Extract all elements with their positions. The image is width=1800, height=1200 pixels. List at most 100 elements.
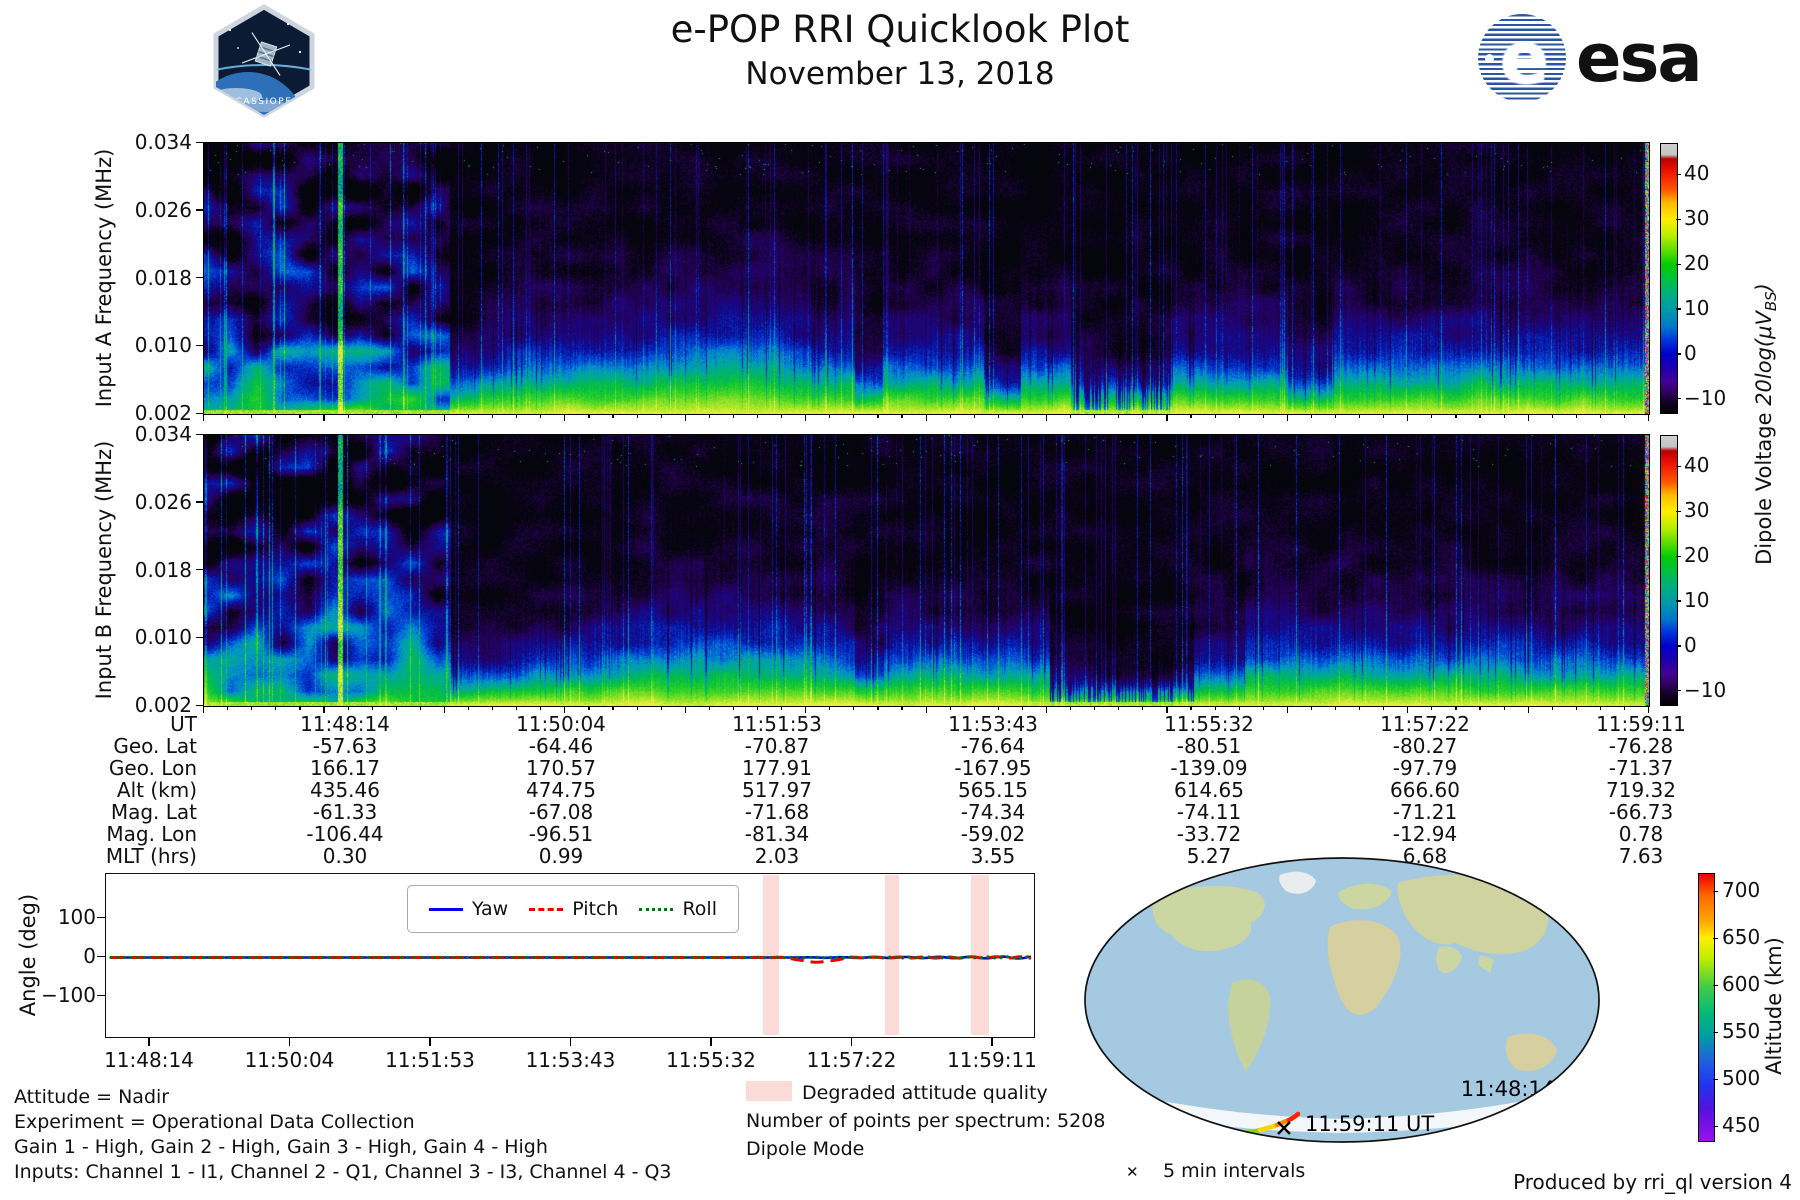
spec-xtick-mark [877, 415, 879, 418]
spec-xtick-mark [877, 707, 879, 710]
spec-xtick-mark [1238, 707, 1240, 710]
spectrogram-b-ylabel: Input B Frequency (MHz) [92, 440, 116, 700]
ephemeris-row-label: Mag. Lon [106, 822, 197, 846]
spec-xtick-mark [251, 707, 253, 710]
dipole-cbar-tick-label: −10 [1684, 677, 1727, 702]
ephemeris-cell: 5.27 [1186, 844, 1232, 868]
spec-xtick-mark [636, 707, 638, 710]
spec-xtick-mark [299, 707, 301, 710]
spec-xtick-mark [251, 415, 253, 418]
altitude-cbar-tick-label: 700 [1722, 878, 1761, 903]
dipole-cbar-tick-label: 30 [1684, 206, 1710, 231]
legend-line-sample [429, 907, 463, 911]
degraded-quality-swatch [746, 1081, 792, 1101]
spec-ytick-mark [196, 141, 203, 143]
spec-xtick-mark [1551, 707, 1553, 710]
satellite-track-segment [1593, 1104, 1599, 1124]
spec-xtick-mark [708, 415, 710, 418]
spec-xtick-mark [805, 415, 807, 421]
spec-xtick-mark [1286, 415, 1288, 421]
spec-xtick-mark [516, 415, 518, 418]
points-per-spectrum-text: Number of points per spectrum: 5208 [746, 1110, 1106, 1132]
interval-legend-label: 5 min intervals [1163, 1160, 1306, 1182]
spec-xtick-mark [1118, 415, 1120, 418]
ephemeris-cell: 177.91 [742, 756, 812, 780]
spec-xtick-mark [1262, 707, 1264, 710]
angle-xtick-mark [148, 1038, 150, 1046]
spec-xtick-mark [275, 415, 277, 418]
spec-xtick-mark [853, 707, 855, 710]
angle-xtick-label: 11:53:43 [525, 1048, 616, 1072]
spectrogram-b-canvas [203, 434, 1650, 707]
spec-xtick-mark [347, 415, 349, 418]
ephemeris-cell: -61.33 [312, 800, 378, 824]
ephemeris-cell: -76.28 [1608, 734, 1674, 758]
ephemeris-cell: 719.32 [1606, 778, 1676, 802]
altitude-cbar-tick-label: 650 [1722, 925, 1761, 950]
altitude-cbar-tick-mark [1713, 1031, 1718, 1034]
spec-xtick-mark [227, 415, 229, 418]
angle-xtick-label: 11:59:11 [947, 1048, 1037, 1072]
spec-xtick-mark [1070, 415, 1072, 418]
spec-xtick-mark [1551, 415, 1553, 418]
dipole-cbar-tick-label: 40 [1684, 161, 1710, 186]
ephemeris-cell: -71.21 [1392, 800, 1458, 824]
spec-xtick-mark [1599, 415, 1602, 418]
angle-xtick-mark [850, 1038, 853, 1046]
dipole-cbar-tick-label: 0 [1684, 632, 1697, 657]
spec-ytick-mark [196, 569, 203, 571]
legend-label: Yaw [472, 898, 509, 920]
spec-xtick-mark [1094, 707, 1096, 710]
spec-xtick-mark [636, 415, 638, 418]
ephemeris-cell: -167.95 [954, 756, 1032, 780]
spec-xtick-mark [299, 415, 301, 418]
dipole-cbar-tick-mark [1676, 398, 1681, 400]
dipole-cbar-tick-mark [1676, 555, 1681, 557]
spec-xtick-mark [1359, 707, 1361, 710]
angle-xtick-label: 11:55:32 [666, 1048, 756, 1072]
spec-xtick-mark [1455, 415, 1457, 418]
spec-xtick-mark [1575, 707, 1577, 710]
angle-xtick-mark [991, 1038, 993, 1046]
dipole-colorbar-label-math: 20log(μV [1751, 311, 1776, 406]
spec-xtick-mark [973, 707, 975, 710]
ground-track-map: 11:48:14 UT 11:59:11 UT [1084, 857, 1600, 1143]
spec-xtick-mark [1431, 707, 1433, 710]
spec-xtick-mark [516, 707, 518, 710]
ephemeris-cell: -12.94 [1392, 822, 1458, 846]
legend-line-sample [529, 907, 564, 911]
spec-xtick-mark [467, 415, 470, 418]
spec-xtick-mark [997, 415, 999, 418]
ephemeris-row-label: Geo. Lat [113, 734, 197, 758]
spec-xtick-mark [1455, 707, 1457, 710]
degraded-attitude-band [885, 875, 899, 1035]
esa-wordmark: esa [1576, 19, 1703, 97]
spec-xtick-mark [588, 415, 590, 418]
ephemeris-cell: 517.97 [742, 778, 812, 802]
dipole-colorbar-b [1660, 435, 1678, 706]
ephemeris-cell: -80.27 [1392, 734, 1458, 758]
spec-xtick-mark [1503, 415, 1505, 418]
spec-xtick-mark [660, 707, 662, 710]
spec-xtick-mark [227, 707, 229, 710]
spec-xtick-mark [275, 707, 277, 710]
dipole-cbar-tick-label: 30 [1684, 498, 1710, 523]
spec-xtick-mark [1383, 707, 1385, 710]
spec-ytick-label: 0.034 [134, 130, 192, 154]
ephemeris-cell: 6.68 [1402, 844, 1448, 868]
ephemeris-row-label: MLT (hrs) [105, 844, 197, 868]
spec-xtick-mark [540, 415, 542, 418]
dipole-cbar-tick-mark [1676, 690, 1681, 692]
dipole-colorbar-label-suffix: ) [1751, 283, 1776, 292]
spec-xtick-mark [1094, 415, 1096, 418]
ephemeris-cell: -66.73 [1608, 800, 1674, 824]
spec-ytick-mark [196, 433, 203, 435]
dipole-cbar-tick-label: 40 [1684, 453, 1710, 478]
spec-xtick-mark [564, 415, 566, 421]
esa-globe-letter: e [1500, 16, 1549, 100]
spec-xtick-mark [756, 415, 759, 418]
ephemeris-cell: 3.55 [970, 844, 1016, 868]
spec-xtick-mark [925, 415, 927, 421]
spec-ytick-mark [196, 501, 203, 503]
ephemeris-cell: 666.60 [1390, 778, 1460, 802]
